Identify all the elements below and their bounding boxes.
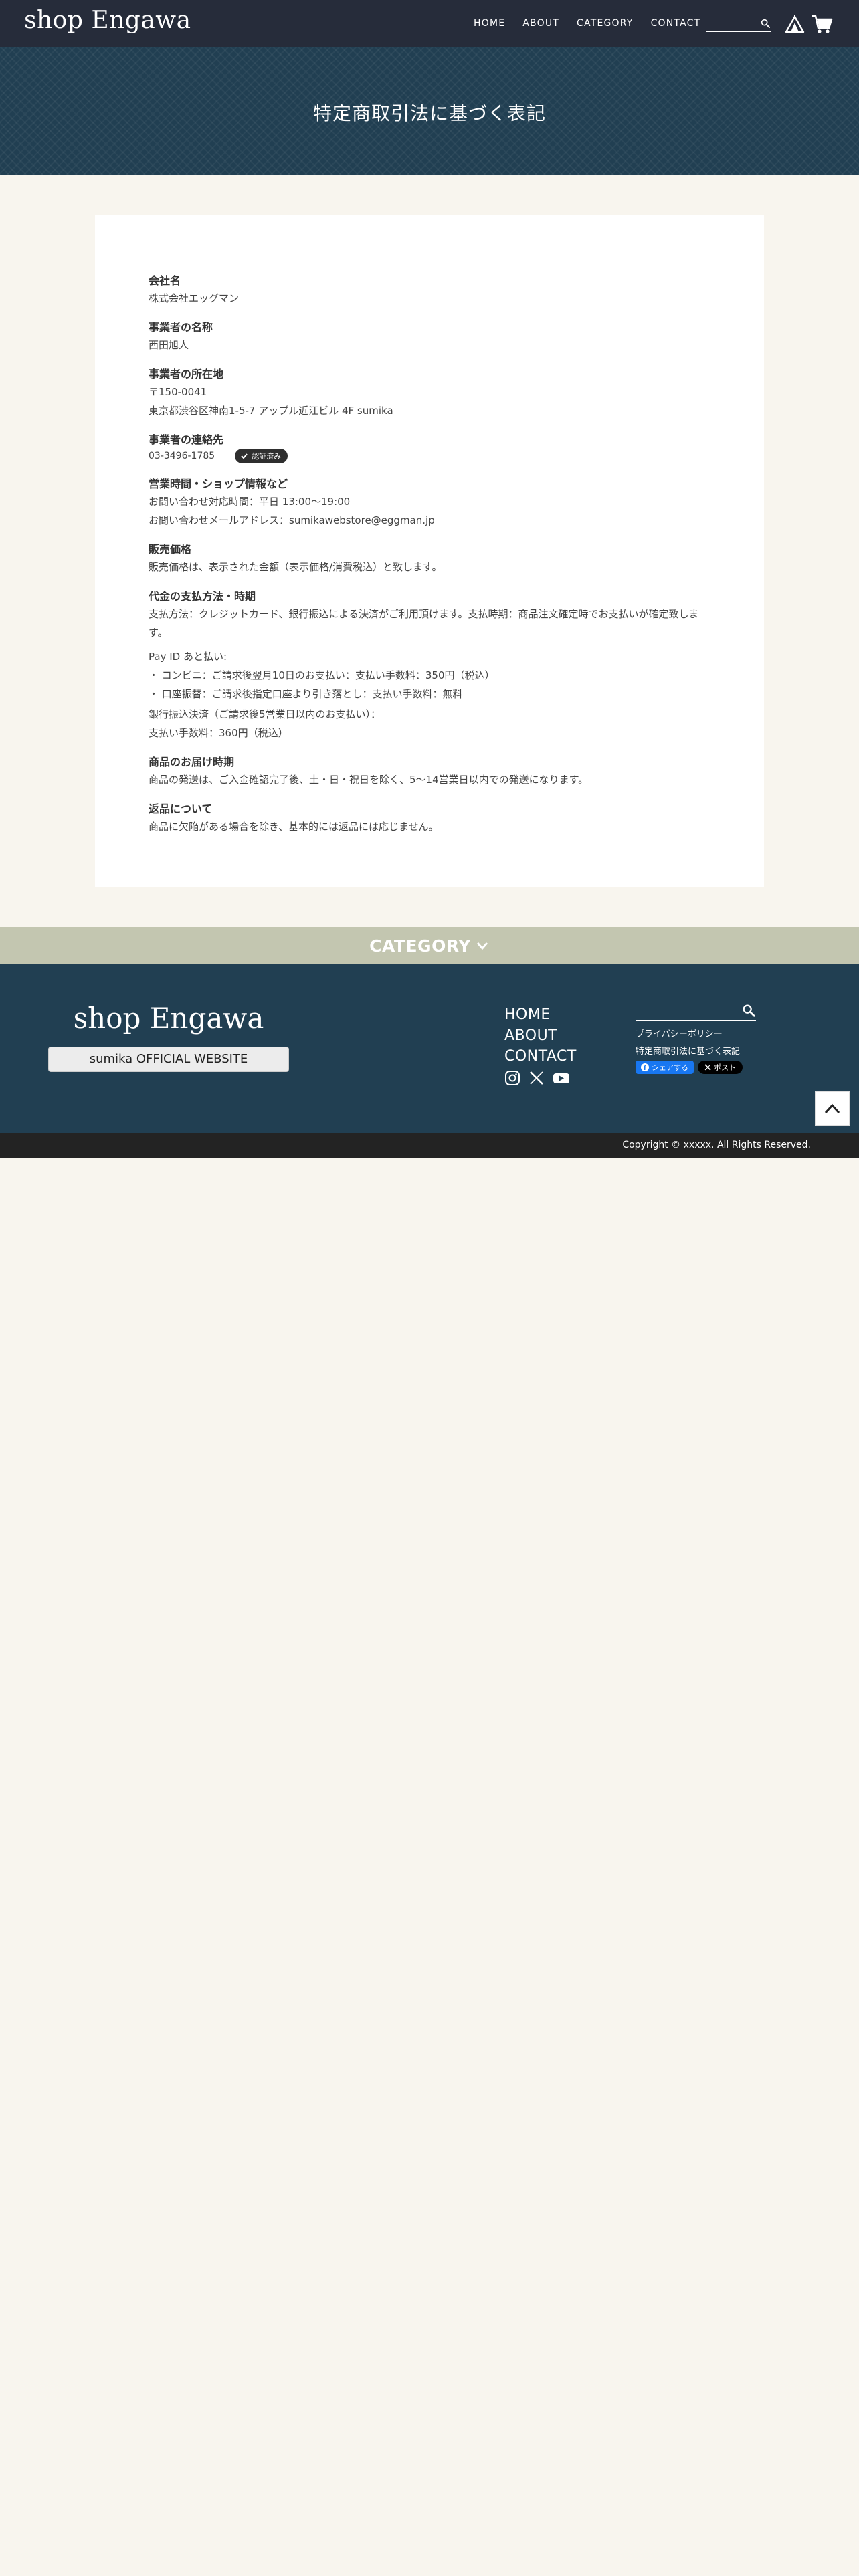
youtube-icon[interactable] bbox=[553, 1070, 570, 1089]
section-value: 商品の発送は、ご入金確認完了後、土・日・祝日を除く、5〜14営業日以内での発送に… bbox=[149, 774, 589, 786]
official-website-button[interactable]: sumika OFFICIAL WEBSITE bbox=[48, 1047, 289, 1072]
footer-links: プライバシーポリシー 特定商取引法に基づく表記 bbox=[636, 1026, 740, 1061]
hours-line: お問い合わせ対応時間：平日 13:00〜19:00 bbox=[149, 496, 351, 508]
section-company: 会社名 株式会社エッグマン bbox=[149, 273, 710, 308]
section-returns: 返品について 商品に欠陥がある場合を除き、基本的には返品には応じません。 bbox=[149, 801, 710, 836]
section-hours: 営業時間・ショップ情報など お問い合わせ対応時間：平日 13:00〜19:00 … bbox=[149, 476, 710, 530]
section-contact: 事業者の連絡先 03-3496-1785 認証済み bbox=[149, 432, 710, 464]
site-header: shop Engawa HOME ABOUT CATEGORY CONTACT bbox=[0, 0, 859, 47]
payid-title: Pay ID あと払い: bbox=[149, 651, 227, 663]
nav-contact[interactable]: CONTACT bbox=[651, 18, 701, 29]
header-search bbox=[706, 16, 771, 32]
phone-row: 03-3496-1785 認証済み bbox=[149, 448, 710, 464]
postal-code: 〒150-0041 bbox=[149, 386, 207, 398]
legal-card: 会社名 株式会社エッグマン 事業者の名称 西田旭人 事業者の所在地 〒150-0… bbox=[95, 215, 764, 887]
verified-badge: 認証済み bbox=[235, 449, 288, 463]
x-icon bbox=[704, 1064, 711, 1071]
footer-search bbox=[636, 1002, 756, 1021]
search-icon[interactable] bbox=[741, 1003, 756, 1018]
footer-nav-contact[interactable]: CONTACT bbox=[504, 1046, 577, 1067]
copyright-text: Copyright © xxxxx. All Rights Reserved. bbox=[622, 1140, 811, 1150]
section-heading: 返品について bbox=[149, 802, 213, 815]
legal-notice-link[interactable]: 特定商取引法に基づく表記 bbox=[636, 1043, 740, 1061]
share-buttons: f シェアする ポスト bbox=[636, 1061, 743, 1074]
section-value: 西田旭人 bbox=[149, 339, 189, 351]
chevron-up-icon bbox=[824, 1103, 840, 1114]
verified-badge-label: 認証済み bbox=[252, 452, 282, 461]
payid-item: ・ 口座振替：ご請求後指定口座より引き落とし：支払い手数料：無料 bbox=[149, 688, 463, 700]
nav-category[interactable]: CATEGORY bbox=[577, 18, 634, 29]
social-links bbox=[504, 1070, 578, 1089]
facebook-share-button[interactable]: f シェアする bbox=[636, 1061, 694, 1074]
tent-icon[interactable] bbox=[784, 13, 805, 35]
footer-search-input[interactable] bbox=[636, 1002, 736, 1019]
instagram-icon[interactable] bbox=[504, 1070, 520, 1089]
facebook-icon: f bbox=[641, 1063, 649, 1071]
back-to-top-button[interactable] bbox=[815, 1091, 850, 1126]
payid-item: ・ コンビニ：ご請求後翌月10日のお支払い：支払い手数料：350円（税込） bbox=[149, 669, 495, 681]
category-label: CATEGORY bbox=[369, 936, 471, 956]
section-value: 商品に欠陥がある場合を除き、基本的には返品には応じません。 bbox=[149, 821, 439, 833]
section-representative: 事業者の名称 西田旭人 bbox=[149, 320, 710, 354]
cart-icon[interactable] bbox=[811, 13, 834, 35]
x-icon[interactable] bbox=[529, 1070, 545, 1089]
email-line: お問い合わせメールアドレス：sumikawebstore@eggman.jp bbox=[149, 514, 435, 526]
main-nav: HOME ABOUT CATEGORY CONTACT bbox=[474, 18, 718, 29]
check-icon bbox=[241, 453, 248, 459]
site-logo[interactable]: shop Engawa bbox=[24, 7, 191, 34]
section-heading: 代金の支払方法・時期 bbox=[149, 590, 256, 603]
section-heading: 営業時間・ショップ情報など bbox=[149, 477, 288, 490]
section-address: 事業者の所在地 〒150-0041 東京都渋谷区神南1-5-7 アップル近江ビル… bbox=[149, 366, 710, 420]
section-value: 東京都渋谷区神南1-5-7 アップル近江ビル 4F sumika bbox=[149, 405, 393, 417]
search-input[interactable] bbox=[706, 16, 757, 31]
section-value: 株式会社エッグマン bbox=[149, 292, 240, 304]
x-post-button[interactable]: ポスト bbox=[698, 1061, 743, 1074]
svg-text:f: f bbox=[644, 1065, 646, 1071]
bank-fee-line: 支払い手数料：360円（税込） bbox=[149, 727, 288, 739]
category-toggle[interactable]: CATEGORY bbox=[0, 927, 859, 964]
section-price: 販売価格 販売価格は、表示された金額（表示価格/消費税込）と致します。 bbox=[149, 542, 710, 576]
footer-nav-home[interactable]: HOME bbox=[504, 1004, 577, 1025]
section-payment: 代金の支払方法・時期 支払方法：クレジットカード、銀行振込による決済がご利用頂け… bbox=[149, 588, 710, 742]
section-delivery: 商品のお届け時期 商品の発送は、ご入金確認完了後、土・日・祝日を除く、5〜14営… bbox=[149, 754, 710, 789]
section-heading: 会社名 bbox=[149, 274, 181, 287]
nav-home[interactable]: HOME bbox=[474, 18, 505, 29]
section-heading: 事業者の名称 bbox=[149, 321, 213, 334]
section-heading: 事業者の所在地 bbox=[149, 368, 224, 381]
section-heading: 事業者の連絡先 bbox=[149, 433, 224, 446]
footer-nav-about[interactable]: ABOUT bbox=[504, 1025, 577, 1046]
section-value: 販売価格は、表示された金額（表示価格/消費税込）と致します。 bbox=[149, 561, 442, 573]
section-heading: 販売価格 bbox=[149, 543, 192, 556]
footer-nav: HOME ABOUT CONTACT bbox=[504, 1004, 577, 1067]
page-title: 特定商取引法に基づく表記 bbox=[312, 102, 546, 124]
phone-number: 03-3496-1785 bbox=[149, 451, 215, 461]
copyright-bar: Copyright © xxxxx. All Rights Reserved. bbox=[0, 1133, 859, 1158]
nav-about[interactable]: ABOUT bbox=[522, 18, 559, 29]
privacy-policy-link[interactable]: プライバシーポリシー bbox=[636, 1026, 740, 1043]
legal-content: 会社名 株式会社エッグマン 事業者の名称 西田旭人 事業者の所在地 〒150-0… bbox=[149, 273, 710, 848]
chevron-down-icon bbox=[476, 942, 488, 950]
facebook-share-label: シェアする bbox=[652, 1063, 688, 1072]
bank-line: 銀行振込決済（ご請求後5営業日以内のお支払い）： bbox=[149, 708, 381, 720]
page-hero: 特定商取引法に基づく表記 bbox=[0, 47, 859, 175]
site-footer: shop Engawa sumika OFFICIAL WEBSITE HOME… bbox=[0, 964, 859, 1133]
x-post-label: ポスト bbox=[714, 1063, 736, 1072]
search-icon[interactable] bbox=[760, 18, 771, 29]
payment-line: 支払方法：クレジットカード、銀行振込による決済がご利用頂けます。支払時期：商品注… bbox=[149, 608, 699, 639]
footer-logo[interactable]: shop Engawa bbox=[48, 1002, 289, 1035]
section-heading: 商品のお届け時期 bbox=[149, 756, 235, 768]
